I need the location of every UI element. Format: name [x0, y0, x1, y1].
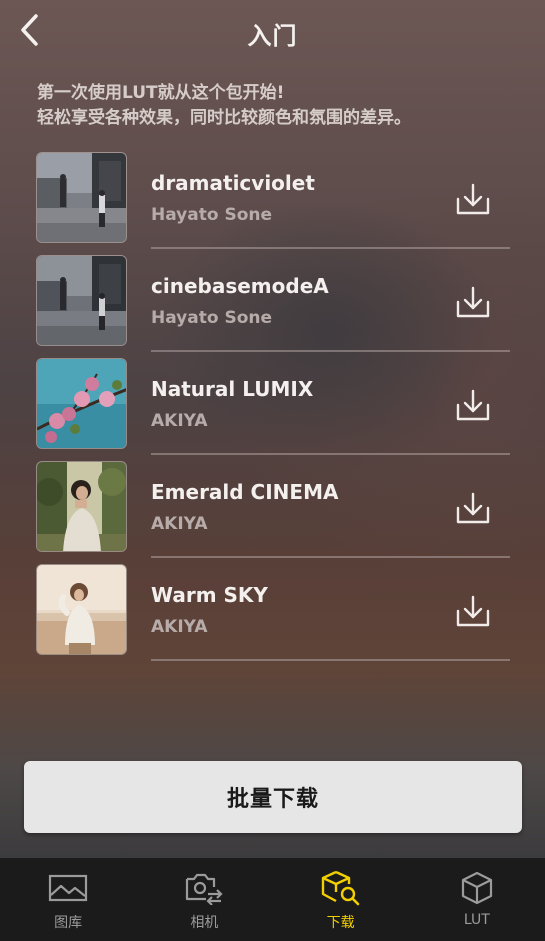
download-icon: [456, 286, 490, 318]
camera-switch-icon: [184, 870, 224, 906]
tab-label: 图库: [54, 915, 83, 931]
download-button[interactable]: [452, 180, 494, 220]
lut-author: Hayato Sone: [151, 308, 273, 328]
cube-icon: [457, 870, 497, 906]
tab-label: 相机: [190, 915, 219, 931]
download-icon: [456, 492, 490, 524]
download-button[interactable]: [452, 283, 494, 323]
tab-lut[interactable]: LUT: [409, 858, 545, 941]
download-button[interactable]: [452, 489, 494, 529]
intro-text: 第一次使用LUT就从这个包开始! 轻松享受各种效果，同时比较颜色和氛围的差异。: [37, 81, 517, 131]
lut-thumbnail: [36, 358, 127, 449]
download-button[interactable]: [452, 592, 494, 632]
lut-row-dramaticviolet[interactable]: dramaticviolet Hayato Sone: [0, 148, 545, 251]
lut-row-natural-lumix[interactable]: Natural LUMIX AKIYA: [0, 354, 545, 457]
lut-name: Warm SKY: [151, 583, 268, 607]
lut-list: dramaticviolet Hayato Sone cinebasemodeA…: [0, 148, 545, 663]
row-divider: [151, 556, 510, 558]
page-title: 入门: [247, 22, 298, 50]
lut-thumbnail: [36, 461, 127, 552]
lut-name: Emerald CINEMA: [151, 480, 339, 504]
tab-camera[interactable]: 相机: [136, 858, 272, 941]
row-divider: [151, 659, 510, 661]
intro-line-1: 第一次使用LUT就从这个包开始!: [37, 83, 285, 103]
lut-author: AKIYA: [151, 514, 208, 534]
download-icon: [456, 595, 490, 627]
tab-label: LUT: [463, 912, 490, 928]
row-divider: [151, 453, 510, 455]
download-icon: [456, 183, 490, 215]
lut-thumbnail: [36, 255, 127, 346]
gallery-icon: [48, 870, 88, 906]
lut-author: AKIYA: [151, 617, 208, 637]
batch-download-button[interactable]: 批量下载: [24, 761, 522, 833]
download-button[interactable]: [452, 386, 494, 426]
tab-download[interactable]: 下载: [273, 858, 409, 941]
lut-name: cinebasemodeA: [151, 274, 329, 298]
header: 入门: [0, 0, 545, 62]
tab-gallery[interactable]: 图库: [0, 858, 136, 941]
lut-name: Natural LUMIX: [151, 377, 314, 401]
lut-author: Hayato Sone: [151, 205, 273, 225]
cube-search-icon: [321, 870, 361, 906]
lut-row-cinebasemodeA[interactable]: cinebasemodeA Hayato Sone: [0, 251, 545, 354]
lut-author: AKIYA: [151, 411, 208, 431]
lut-thumbnail: [36, 152, 127, 243]
download-icon: [456, 389, 490, 421]
row-divider: [151, 350, 510, 352]
intro-line-2: 轻松享受各种效果，同时比较颜色和氛围的差异。: [37, 108, 411, 128]
tab-label: 下载: [326, 915, 355, 931]
lut-row-emerald-cinema[interactable]: Emerald CINEMA AKIYA: [0, 457, 545, 560]
lut-row-warm-sky[interactable]: Warm SKY AKIYA: [0, 560, 545, 663]
bottom-tab-bar: 图库 相机 下载 LUT: [0, 858, 545, 941]
lut-thumbnail: [36, 564, 127, 655]
row-divider: [151, 247, 510, 249]
lut-name: dramaticviolet: [151, 171, 315, 195]
